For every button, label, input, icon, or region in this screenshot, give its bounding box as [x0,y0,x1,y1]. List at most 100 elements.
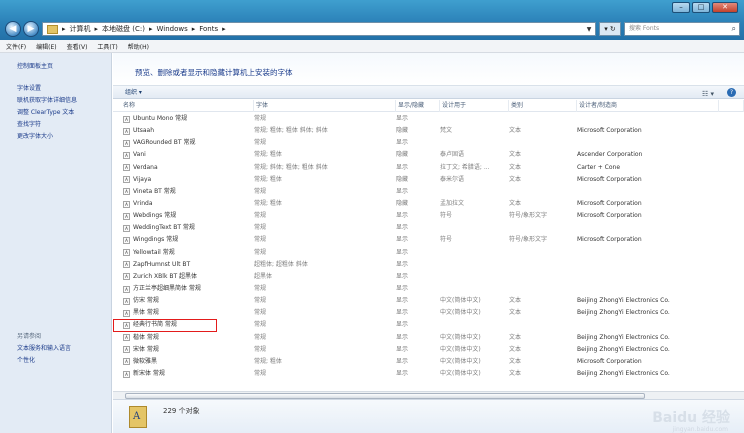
column-style[interactable]: 字体 [254,100,396,112]
table-row[interactable]: A Utsaah 常规; 粗体; 粗体 斜体; 斜体 隐藏 梵文 文本 Microsoft … [113,125,744,137]
menu-view[interactable]: 查看(V) [67,42,88,51]
table-row[interactable]: A 方正兰亭超细黑简体 常规 常规 显示 [113,283,744,295]
extra-cell [719,332,744,344]
help-icon[interactable]: ? [727,88,736,97]
organize-button[interactable]: 组织 ▾ [125,89,142,96]
maximize-button[interactable]: □ [692,2,710,13]
table-row[interactable]: A ZapfHumnst Ult BT 超粗体; 超粗体 斜体 显示 [113,259,744,271]
font-file-icon: A [123,249,130,257]
font-name-cell: A 新宋体 常规 [113,368,254,380]
personalization-link[interactable]: 个性化 [17,355,111,367]
table-row[interactable]: A Ubuntu Mono 常规 常规 显示 [113,113,744,125]
font-name: Vineta BT 常规 [133,187,176,195]
breadcrumb-drive[interactable]: 本地磁盘 (C:) [102,24,145,34]
font-style-cell: 常规 [254,248,267,256]
column-category[interactable]: 类别 [509,100,577,112]
font-for-cell: 泰卢固语 [440,151,465,159]
menu-file[interactable]: 文件(F) [6,42,26,51]
chevron-down-icon[interactable]: ▼ [583,26,595,33]
back-button[interactable]: ◀ [5,21,21,37]
font-style-cell: 常规 [254,115,267,122]
menu-help[interactable]: 帮助(H) [128,42,149,51]
table-row[interactable]: A 仿宋 常规 常规 显示 中文(简体中文) 文本 Beijing ZhongYi Elec… [113,295,744,307]
breadcrumb-fonts[interactable]: Fonts [199,25,218,33]
search-placeholder: 搜索 Fonts [629,25,660,32]
breadcrumb-windows[interactable]: Windows [156,25,187,33]
address-bar[interactable]: ▸ 计算机 ▸ 本地磁盘 (C:) ▸ Windows ▸ Fonts ▸ ▼ [42,22,596,36]
watermark: Baidu 经验 [652,410,730,426]
forward-button[interactable]: ▶ [23,21,39,37]
table-row[interactable]: A Vrinda 常规; 粗体 隐藏 孟加拉文 文本 Microsoft Corporati… [113,198,744,210]
table-row[interactable]: A Vijaya 常规; 粗体 隐藏 泰米尔语 文本 Microsoft Corporati… [113,174,744,186]
table-row[interactable]: A Zurich XBlk BT 超黑体 超黑体 显示 [113,271,744,283]
font-cat-cell: 文本 [509,151,522,159]
font-cat-cell: 文本 [509,297,522,305]
breadcrumb-computer[interactable]: 计算机 [70,24,91,34]
column-designed-for[interactable]: 设计用于 [440,100,509,112]
table-row[interactable]: A Vani 常规; 粗体 隐藏 泰卢固语 文本 Ascender Corporation [113,149,744,161]
font-show-cell: 显示 [396,163,409,171]
search-icon[interactable]: ⌕ [732,23,736,35]
font-name: 新宋体 常规 [133,370,165,378]
table-row[interactable]: A 宋体 常规 常规 显示 中文(简体中文) 文本 Beijing ZhongYi Elec… [113,344,744,356]
font-for-cell: 中文(简体中文) [440,369,481,377]
table-row[interactable]: A Webdings 常规 常规 显示 符号 符号/象形文字 Microsoft Corpo… [113,210,744,222]
menu-tools[interactable]: 工具(T) [97,42,117,51]
font-file-icon: A [123,321,130,329]
control-panel-home-link[interactable]: 控制面板主页 [17,61,111,73]
font-file-icon: A [123,176,130,184]
refresh-button[interactable]: ▾ ↻ [599,22,621,36]
font-name-cell: A Utsaah [113,125,254,137]
find-character-link[interactable]: 查找字符 [17,119,111,131]
font-file-icon: A [123,151,130,159]
command-bar: 组织 ▾ ☷ ▾ ? [113,85,744,99]
table-row[interactable]: A VAGRounded BT 常规 常规 显示 [113,137,744,149]
font-show-cell: 显示 [396,248,409,256]
font-name: Webdings 常规 [133,212,177,220]
table-row[interactable]: A 楷体 常规 常规 显示 中文(简体中文) 文本 Beijing ZhongYi Elec… [113,332,744,344]
table-row[interactable]: A 经典行书简 常规 常规 显示 [113,319,744,332]
font-name-cell: A Webdings 常规 [113,210,254,222]
table-row[interactable]: A Yellowtail 常规 常规 显示 [113,247,744,259]
extra-cell [719,283,744,295]
column-header: 名称 字体 显示/隐藏 设计用于 类别 设计者/制造商 [113,100,744,112]
table-row[interactable]: A WeddingText BT 常规 常规 显示 [113,222,744,234]
table-row[interactable]: A Vineta BT 常规 常规 显示 [113,186,744,198]
table-row[interactable]: A Verdana 常规; 斜体; 粗体; 粗体 斜体 显示 拉丁文; 希腊语; ...… [113,162,744,174]
font-maker-cell: Microsoft Corporation [577,357,642,365]
change-font-size-link[interactable]: 更改字体大小 [17,131,111,143]
minimize-button[interactable]: – [672,2,690,13]
font-cat-cell: 文本 [509,163,522,171]
font-for-cell: 中文(简体中文) [440,309,481,317]
column-designer[interactable]: 设计者/制造商 [577,100,719,112]
font-cat-cell [509,283,577,295]
font-settings-link[interactable]: 字体设置 [17,83,111,95]
font-cat-cell: 文本 [509,333,522,341]
column-more[interactable] [719,100,744,112]
font-for-cell [440,222,509,234]
font-show-cell: 显示 [396,224,409,232]
extra-cell [719,174,744,186]
text-services-link[interactable]: 文本服务和输入语言 [17,343,111,355]
table-row[interactable]: A 微软雅黑 常规; 粗体 显示 中文(简体中文) 文本 Microsoft Corpora… [113,356,744,368]
close-button[interactable]: ✕ [712,2,738,13]
cleartype-link[interactable]: 调整 ClearType 文本 [17,107,111,119]
font-show-cell: 显示 [396,309,409,317]
menu-edit[interactable]: 编辑(E) [36,42,56,51]
search-input[interactable]: 搜索 Fonts ⌕ [624,22,740,36]
horizontal-scrollbar[interactable] [113,391,744,399]
column-name[interactable]: 名称 [113,100,254,112]
font-maker-cell: Microsoft Corporation [577,127,642,135]
font-name-cell: A Vrinda [113,198,254,210]
table-row[interactable]: A 黑体 常规 常规 显示 中文(简体中文) 文本 Beijing ZhongYi Elec… [113,307,744,319]
table-row[interactable]: A Wingdings 常规 常规 显示 符号 符号/象形文字 Microsoft Corp… [113,234,744,246]
font-file-icon: A [123,309,130,317]
extra-cell [719,247,744,259]
table-row[interactable]: A 新宋体 常规 常规 显示 中文(简体中文) 文本 Beijing ZhongYi Ele… [113,368,744,380]
column-show-hide[interactable]: 显示/隐藏 [396,100,440,112]
online-font-info-link[interactable]: 联机获取字体详细信息 [17,95,111,107]
font-show-cell: 显示 [396,236,409,244]
font-file-icon: A [123,285,130,293]
extra-cell [719,222,744,234]
font-name: ZapfHumnst Ult BT [133,260,191,268]
